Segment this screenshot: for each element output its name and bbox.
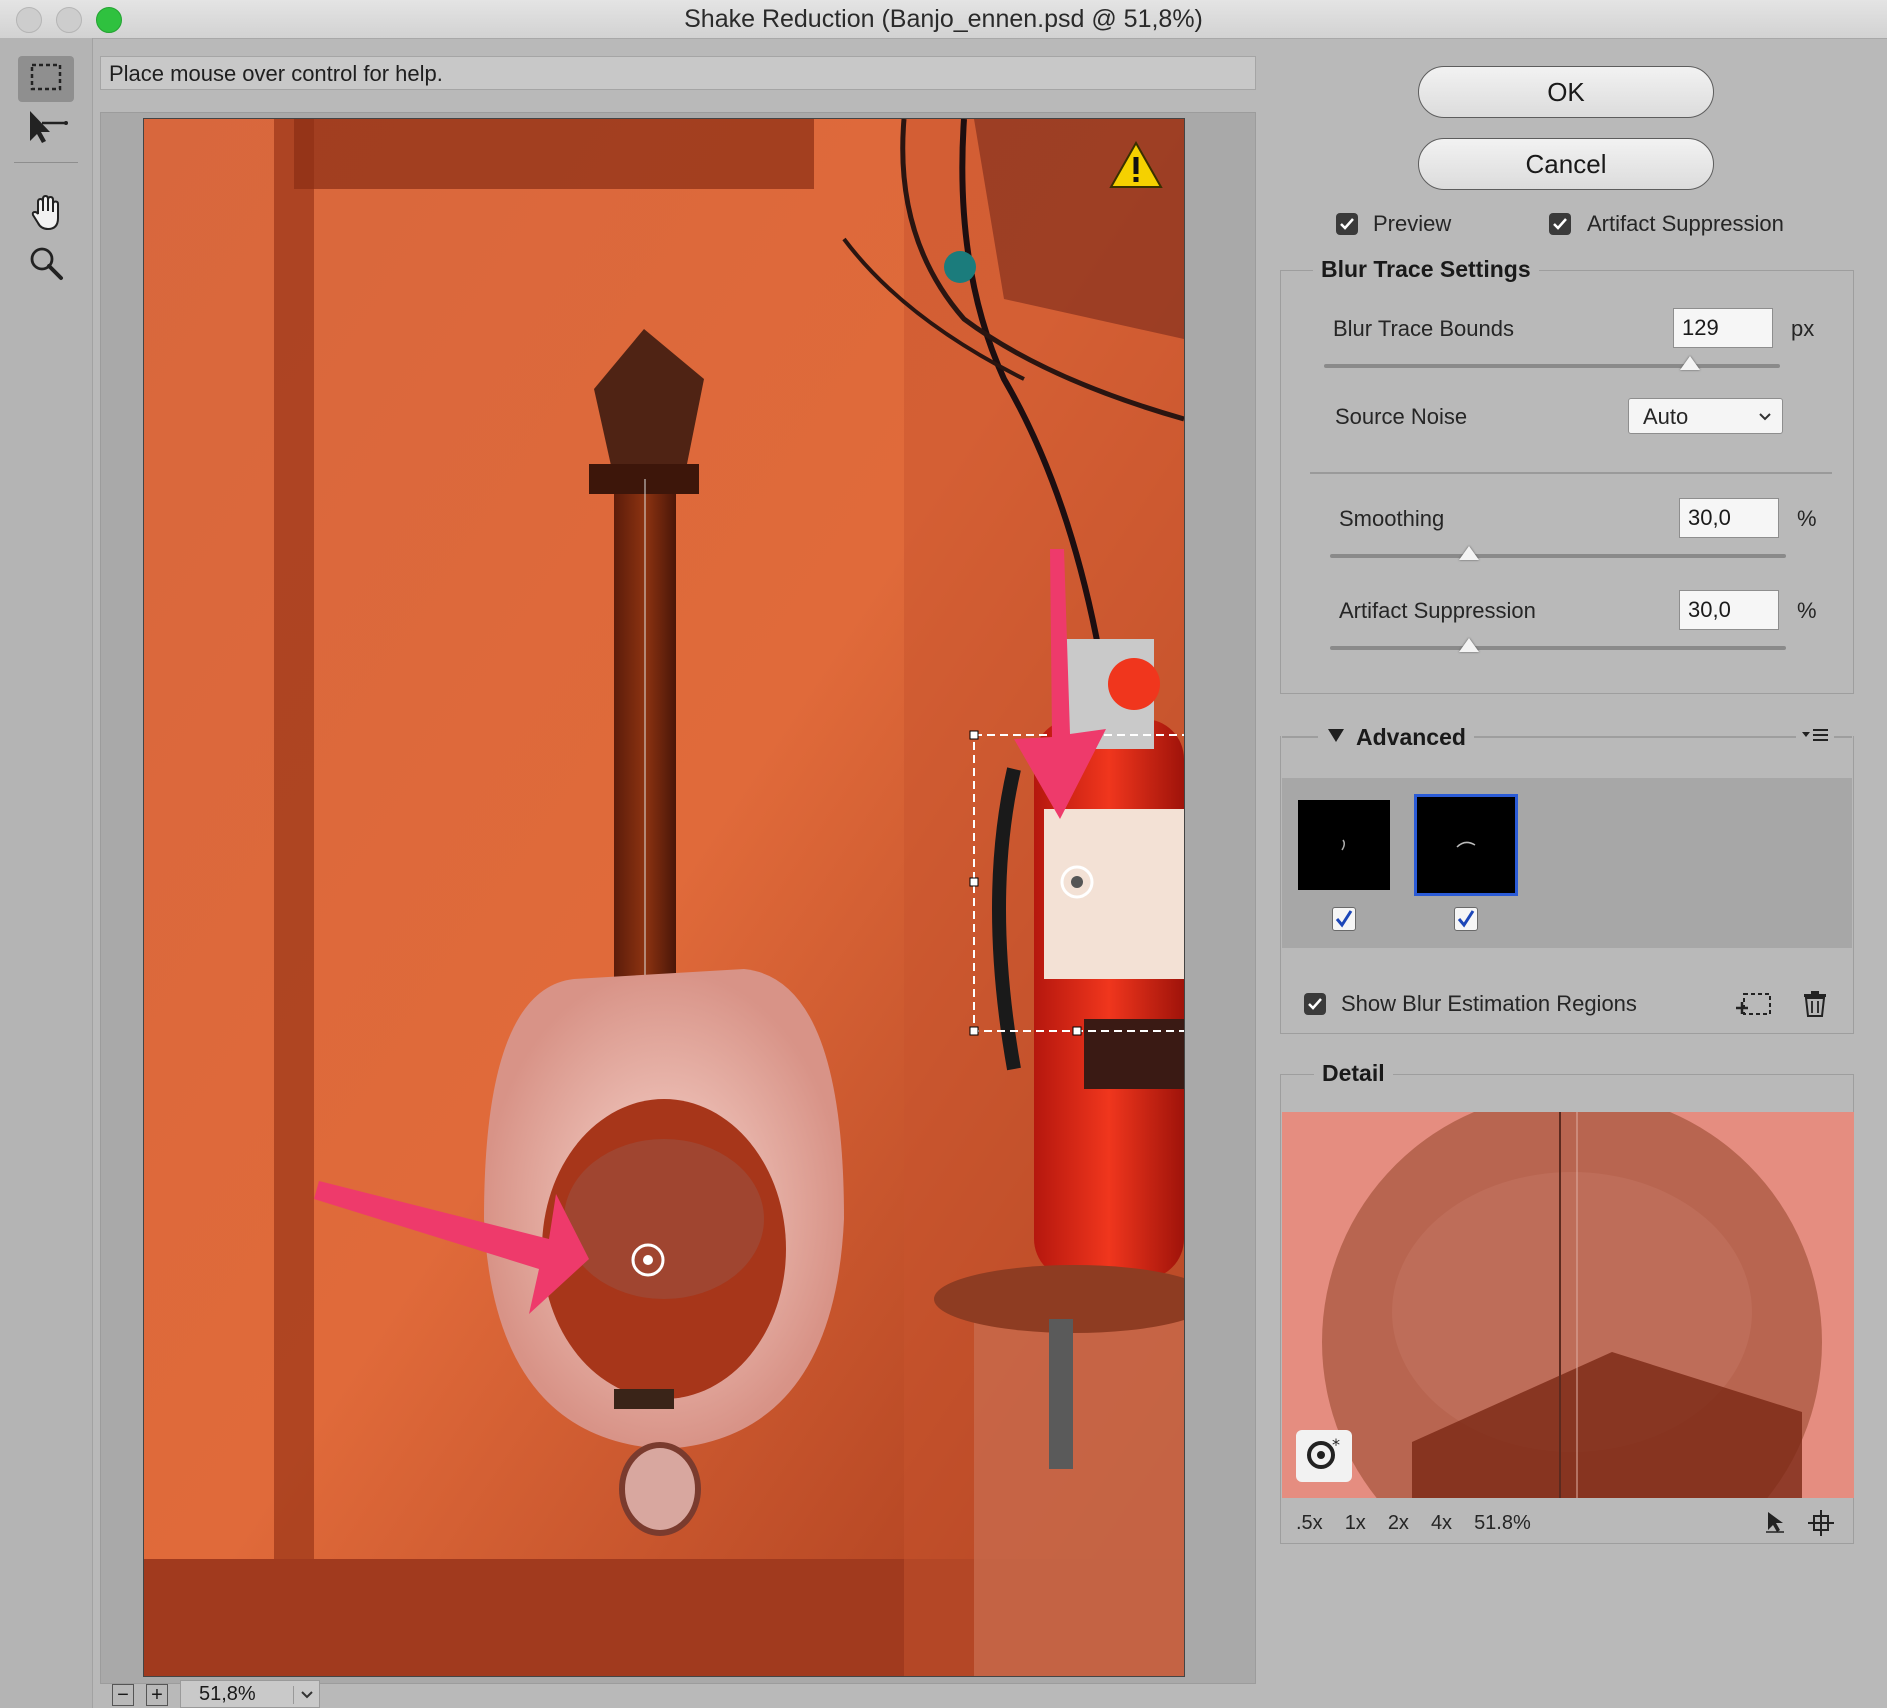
minimize-window-button[interactable] xyxy=(56,7,82,33)
blur-estimation-tool-button[interactable] xyxy=(18,56,74,102)
blur-trace-bounds-input[interactable]: 129 xyxy=(1673,308,1773,348)
smoothing-unit: % xyxy=(1797,506,1817,531)
zoom-window-button[interactable] xyxy=(96,7,122,33)
help-text: Place mouse over control for help. xyxy=(100,56,1256,90)
zoom-tool-button[interactable] xyxy=(18,242,74,288)
artifact-suppression-slider[interactable] xyxy=(1330,646,1786,650)
checkmark-icon xyxy=(1553,218,1567,230)
show-blur-regions-checkbox[interactable] xyxy=(1304,993,1326,1015)
detail-cursor-icon[interactable] xyxy=(1764,1510,1788,1539)
artifact-suppression-setting-label: Artifact Suppression xyxy=(1339,598,1536,623)
detail-zoom-0-5x[interactable]: .5x xyxy=(1296,1512,1323,1535)
detail-zoom-fit[interactable]: 51.8% xyxy=(1474,1512,1531,1535)
artifact-suppression-label: Artifact Suppression xyxy=(1587,211,1784,236)
detail-zoom-2x[interactable]: 2x xyxy=(1388,1512,1409,1535)
warning-icon[interactable] xyxy=(1109,140,1163,194)
hand-tool-icon xyxy=(29,194,63,237)
detail-zoom-options: .5x 1x 2x 4x 51.8% xyxy=(1296,1512,1531,1535)
blur-trace-bounds-unit: px xyxy=(1791,316,1815,341)
zoom-out-button[interactable]: − xyxy=(112,1684,134,1706)
checkmark-icon xyxy=(1340,218,1354,230)
smoothing-input[interactable]: 30,0 xyxy=(1679,498,1779,538)
zoom-level-select[interactable]: 51,8% xyxy=(180,1680,320,1708)
blur-trace-bounds-label: Blur Trace Bounds xyxy=(1333,316,1514,341)
zoom-in-button[interactable]: + xyxy=(146,1684,168,1706)
checkmark-icon xyxy=(1457,910,1475,928)
detail-heading: Detail xyxy=(1314,1060,1393,1087)
show-blur-regions-label: Show Blur Estimation Regions xyxy=(1341,991,1637,1016)
blur-direction-tool-icon xyxy=(24,109,68,150)
preview-label: Preview xyxy=(1373,211,1452,236)
blur-trace-2-checkbox[interactable] xyxy=(1454,907,1478,931)
source-noise-select[interactable]: Auto xyxy=(1628,398,1783,434)
zoom-tool-icon xyxy=(28,245,64,286)
checkmark-icon xyxy=(1335,910,1353,928)
detail-zoom-4x[interactable]: 4x xyxy=(1431,1512,1452,1535)
tool-panel xyxy=(0,38,93,1708)
advanced-heading: Advanced xyxy=(1356,723,1466,750)
svg-text:*: * xyxy=(1332,1436,1340,1454)
checkmark-icon xyxy=(1308,998,1322,1010)
zoom-level-value: 51,8% xyxy=(199,1683,256,1705)
detail-lock-icon: * xyxy=(1304,1435,1344,1477)
artifact-suppression-unit: % xyxy=(1797,598,1817,623)
smoothing-slider-thumb[interactable] xyxy=(1459,546,1479,560)
blur-trace-1-checkbox[interactable] xyxy=(1332,907,1356,931)
detail-crosshair-icon[interactable] xyxy=(1808,1510,1834,1541)
disclosure-triangle-icon xyxy=(1326,727,1346,748)
ok-button[interactable]: OK xyxy=(1418,66,1714,118)
blur-trace-thumbnail-1[interactable] xyxy=(1298,800,1390,890)
blur-estimation-tool-icon xyxy=(29,62,63,97)
artifact-suppression-checkbox[interactable] xyxy=(1549,213,1571,235)
blur-trace-bounds-slider-thumb[interactable] xyxy=(1680,356,1700,370)
detail-image xyxy=(1282,1112,1854,1498)
blur-direction-tool-button[interactable] xyxy=(18,106,74,152)
detail-zoom-1x[interactable]: 1x xyxy=(1345,1512,1366,1535)
detail-preview[interactable]: * xyxy=(1282,1112,1854,1498)
window-title: Shake Reduction (Banjo_ennen.psd @ 51,8%… xyxy=(684,5,1203,33)
artifact-suppression-input[interactable]: 30,0 xyxy=(1679,590,1779,630)
preview-checkbox[interactable] xyxy=(1336,213,1358,235)
smoothing-slider[interactable] xyxy=(1330,554,1786,558)
blur-trace-thumbnail-2[interactable] xyxy=(1414,794,1518,896)
banjo-photo xyxy=(144,119,1184,1676)
blur-trace-bounds-slider[interactable] xyxy=(1324,364,1780,368)
title-bar: Shake Reduction (Banjo_ennen.psd @ 51,8%… xyxy=(0,0,1887,39)
blur-trace-settings-heading: Blur Trace Settings xyxy=(1313,256,1539,283)
toolbar-divider xyxy=(14,162,78,163)
hand-tool-button[interactable] xyxy=(18,192,74,238)
chevron-down-icon xyxy=(299,1685,315,1708)
chevron-down-icon xyxy=(1757,409,1773,430)
lock-detail-button[interactable]: * xyxy=(1296,1430,1352,1482)
trash-icon[interactable] xyxy=(1802,990,1828,1023)
source-noise-label: Source Noise xyxy=(1335,404,1468,429)
artifact-suppression-slider-thumb[interactable] xyxy=(1459,638,1479,652)
close-window-button[interactable] xyxy=(16,7,42,33)
smoothing-label: Smoothing xyxy=(1339,506,1445,531)
source-noise-value: Auto xyxy=(1643,404,1689,429)
cancel-button[interactable]: Cancel xyxy=(1418,138,1714,190)
preview-image[interactable] xyxy=(143,118,1185,1677)
settings-divider xyxy=(1310,472,1832,474)
advanced-toggle[interactable]: Advanced xyxy=(1318,722,1474,752)
add-blur-region-icon[interactable] xyxy=(1734,990,1774,1025)
panel-menu-icon[interactable] xyxy=(1796,724,1834,751)
